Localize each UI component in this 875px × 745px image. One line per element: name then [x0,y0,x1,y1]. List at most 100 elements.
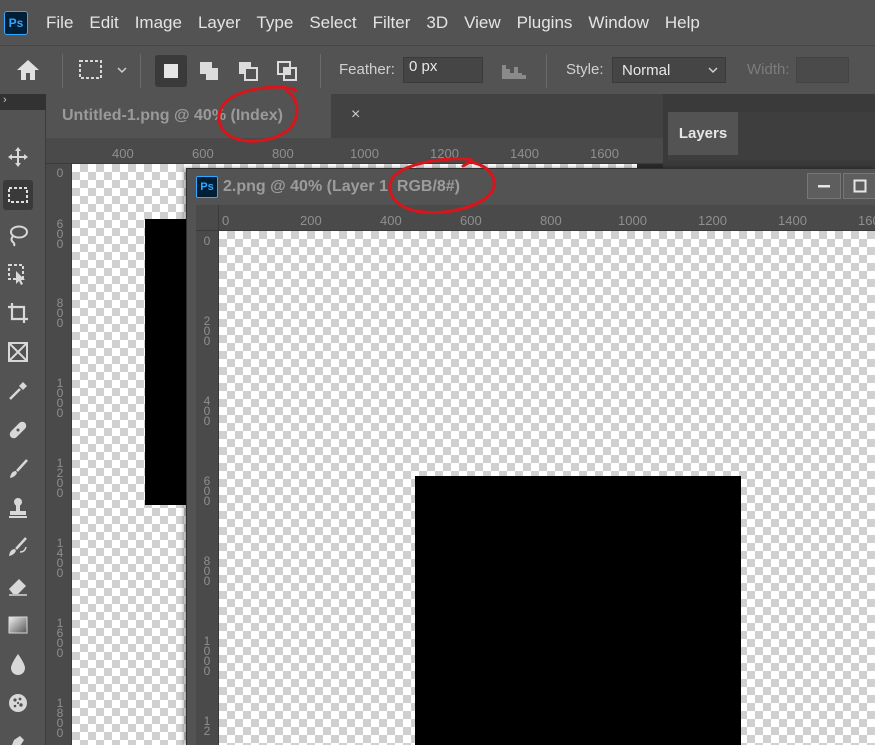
ruler-label: 800 [272,146,294,161]
menu-layer[interactable]: Layer [190,13,249,33]
document-title-bar[interactable]: Ps 2.png @ 40% (Layer 1, RGB/8#) [187,169,875,205]
lasso-icon[interactable] [3,220,33,250]
ruler-label: 800 [540,213,562,228]
crop-icon[interactable] [3,298,33,328]
separator [320,54,321,88]
document-tab-untitled-1[interactable]: Untitled-1.png @ 40% (Index) [46,94,331,138]
width-input[interactable] [796,57,849,83]
menu-type[interactable]: Type [248,13,301,33]
menu-filter[interactable]: Filter [365,13,419,33]
gradient-icon[interactable] [3,610,33,640]
ruler-label: 600 [460,213,482,228]
options-bar: Feather: 0 px Style: Normal Width: [0,45,875,94]
history-brush-icon[interactable] [3,532,33,562]
ruler-label: 400 [380,213,402,228]
rect-marquee-icon[interactable] [3,180,33,210]
rect-marquee-preset-icon[interactable] [78,59,104,86]
ruler-label: 1200 [56,456,64,500]
menu-bar: Ps File Edit Image Layer Type Select Fil… [0,0,875,45]
ruler-label: 0 [203,234,211,248]
document-title: 2.png @ 40% (Layer 1, RGB/8#) [223,178,461,195]
new-selection-button[interactable] [155,55,187,87]
photoshop-logo: Ps [4,10,28,35]
layers-panel: Layers [668,112,875,160]
ruler-label: 1200 [430,146,459,161]
ruler-label: 1000 [203,634,211,678]
menu-plugins[interactable]: Plugins [509,13,581,33]
document-tab-bar: Untitled-1.png @ 40% (Index) × [46,94,663,138]
ruler-label: 1400 [778,213,807,228]
floating-document-window: Ps 2.png @ 40% (Layer 1, RGB/8#) 0 200 4… [186,168,875,745]
window-edge [187,205,196,745]
vertical-ruler: 0 200 400 600 800 1000 12 [196,231,219,745]
brush-icon[interactable] [3,454,33,484]
home-icon[interactable] [14,57,42,88]
horizontal-ruler: 0 200 400 600 800 1000 1200 1400 160 [219,205,875,231]
blur-icon[interactable] [3,649,33,679]
ruler-label: 0 [222,213,230,228]
menu-3d[interactable]: 3D [418,13,456,33]
ruler-label: 1600 [590,146,619,161]
ruler-label: 1400 [56,536,64,580]
eraser-icon[interactable] [3,571,33,601]
ruler-label: 1000 [618,213,647,228]
menu-view[interactable]: View [456,13,509,33]
anti-alias-icon[interactable] [500,61,530,86]
ruler-label: 1000 [350,146,379,161]
pen-icon[interactable] [3,727,33,745]
ruler-label: 200 [203,314,211,348]
ruler-label: 1000 [56,376,64,420]
chevron-down-icon [707,61,719,82]
stamp-icon[interactable] [3,493,33,523]
intersect-selection-button[interactable] [271,55,303,87]
close-icon[interactable]: × [351,106,360,124]
ruler-label: 400 [203,394,211,428]
ruler-label: 1200 [698,213,727,228]
move-icon[interactable] [3,142,33,172]
separator [62,54,63,88]
ruler-label: 0 [56,166,64,180]
photoshop-doc-icon: Ps [196,176,218,198]
ruler-label: 600 [203,474,211,508]
document-canvas[interactable] [219,231,875,745]
style-select[interactable]: Normal [612,57,726,83]
sponge-icon[interactable] [3,688,33,718]
feather-input[interactable]: 0 px [403,57,483,83]
menu-file[interactable]: File [38,13,81,33]
menu-image[interactable]: Image [127,13,190,33]
ruler-label: 800 [56,296,64,330]
frame-icon[interactable] [3,337,33,367]
ruler-corner[interactable] [196,205,219,231]
menu-window[interactable]: Window [580,13,656,33]
ruler-label: 200 [300,213,322,228]
style-value: Normal [622,61,671,79]
feather-label: Feather: [339,61,395,78]
menu-edit[interactable]: Edit [81,13,126,33]
add-to-selection-button[interactable] [193,55,225,87]
menu-select[interactable]: Select [301,13,364,33]
maximize-button[interactable] [843,173,875,199]
object-select-icon[interactable] [3,259,33,289]
eyedropper-icon[interactable] [3,376,33,406]
minimize-button[interactable] [807,173,841,199]
toolbar-collapse-button[interactable]: › [0,94,46,110]
subtract-from-selection-button[interactable] [232,55,264,87]
ruler-label: 400 [112,146,134,161]
vertical-ruler: 0 600 800 1000 1200 1400 1600 1800 [46,164,72,745]
separator [140,54,141,88]
ruler-label: 800 [203,554,211,588]
ruler-label: 1600 [56,616,64,660]
ruler-label: 160 [858,213,875,228]
style-label: Style: [566,61,604,78]
chevron-down-icon[interactable] [116,63,128,81]
layers-tab[interactable]: Layers [668,112,738,155]
menu-help[interactable]: Help [657,13,708,33]
healing-icon[interactable] [3,415,33,445]
document-tab-title: Untitled-1.png @ 40% (Index) [62,107,283,124]
ruler-label: 1800 [56,696,64,740]
separator [546,54,547,88]
tools-panel [0,110,46,745]
ruler-label: 600 [192,146,214,161]
ruler-label: 12 [203,714,211,738]
black-shape [415,476,741,745]
